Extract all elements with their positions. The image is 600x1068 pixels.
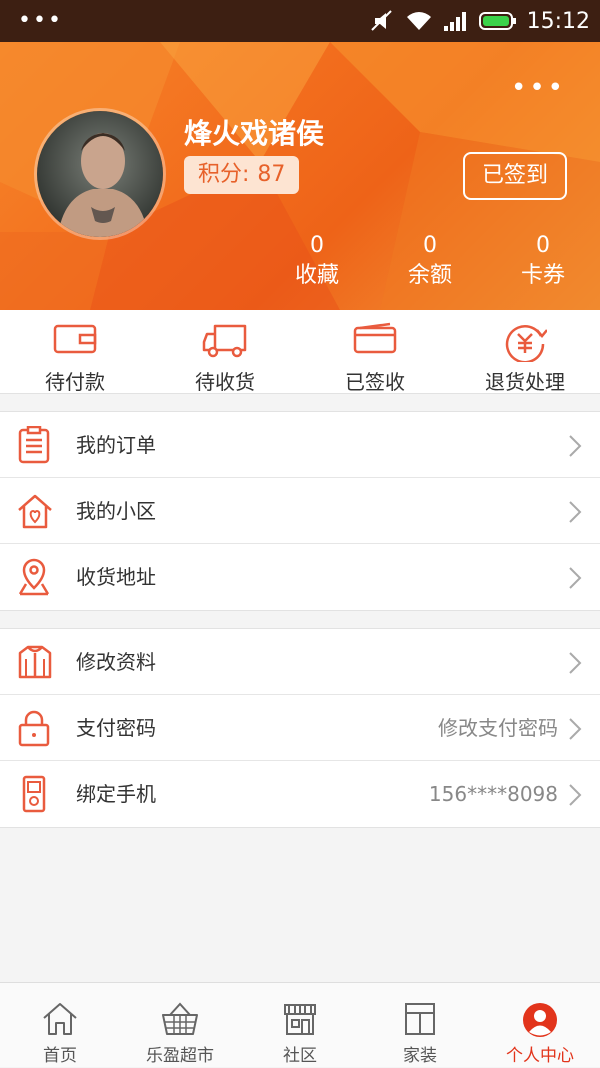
- tab-community[interactable]: 社区: [240, 983, 360, 1068]
- menu-item-my-community[interactable]: 我的小区: [0, 478, 600, 544]
- stat-coupons[interactable]: 0 卡券: [493, 232, 593, 292]
- chevron-right-icon: [569, 567, 582, 589]
- bottom-tab-bar: 首页 乐盈超市 社区 家装 个人中心: [0, 982, 600, 1067]
- shirt-icon: [18, 645, 52, 679]
- order-label: 退货处理: [485, 370, 565, 394]
- points-value: 87: [257, 162, 286, 187]
- status-icons: 15:12: [369, 6, 590, 36]
- house-icon: [18, 494, 52, 529]
- clock: 15:12: [526, 8, 590, 34]
- stat-value: 0: [536, 233, 550, 258]
- username: 烽火戏诸侯: [184, 117, 325, 150]
- profile-header: ••• 烽火戏诸侯 积分: 87 已签到 0 收藏 0 余额 0 卡券: [0, 42, 600, 310]
- truck-icon: [202, 324, 247, 358]
- refund-icon: [505, 325, 547, 362]
- order-label: 已签收: [345, 370, 405, 394]
- order-label: 待收货: [195, 370, 255, 394]
- order-pending-delivery[interactable]: 待收货: [150, 310, 300, 394]
- stat-label: 卡券: [520, 263, 565, 288]
- phone-icon: [22, 775, 46, 813]
- tab-home[interactable]: 首页: [0, 983, 120, 1068]
- wallet-icon: [53, 324, 97, 354]
- lock-icon: [18, 710, 50, 747]
- menu-group-account: 修改资料 支付密码 修改支付密码 绑定手机 156****8098: [0, 628, 600, 828]
- menu-value: 修改支付密码: [438, 716, 558, 740]
- stat-value: 0: [310, 233, 324, 258]
- avatar[interactable]: [34, 108, 166, 240]
- menu-label: 收货地址: [76, 565, 156, 589]
- tab-label: 社区: [283, 1046, 317, 1066]
- stat-value: 0: [423, 233, 437, 258]
- menu-item-edit-profile[interactable]: 修改资料: [0, 629, 600, 695]
- avatar-image: [37, 111, 163, 237]
- signin-button[interactable]: 已签到: [463, 152, 567, 200]
- battery-icon: [478, 12, 516, 30]
- chevron-right-icon: [569, 652, 582, 674]
- menu-label: 修改资料: [76, 650, 156, 674]
- tab-label: 个人中心: [506, 1046, 574, 1066]
- clipboard-icon: [18, 426, 50, 464]
- notification-dots-icon: •••: [18, 8, 63, 33]
- menu-item-payment-password[interactable]: 支付密码 修改支付密码: [0, 695, 600, 761]
- layout-icon: [405, 1003, 435, 1035]
- home-icon: [43, 1003, 77, 1035]
- tab-label: 首页: [43, 1046, 77, 1066]
- tab-decoration[interactable]: 家装: [360, 983, 480, 1068]
- order-signed[interactable]: 已签收: [300, 310, 450, 394]
- menu-item-bind-phone[interactable]: 绑定手机 156****8098: [0, 761, 600, 827]
- order-label: 待付款: [45, 370, 105, 394]
- store-icon: [284, 1004, 316, 1035]
- location-pin-icon: [18, 558, 50, 596]
- menu-item-my-orders[interactable]: 我的订单: [0, 412, 600, 478]
- card-icon: [353, 322, 397, 354]
- mute-icon: [370, 10, 392, 31]
- menu-label: 支付密码: [76, 716, 156, 740]
- status-bar: ••• 15:12: [0, 0, 600, 42]
- chevron-right-icon: [569, 718, 582, 740]
- menu-label: 我的订单: [76, 433, 156, 457]
- wifi-icon: [406, 12, 431, 30]
- menu-value: 156****8098: [428, 782, 558, 806]
- chevron-right-icon: [569, 435, 582, 457]
- points-label: 积分:: [198, 162, 250, 187]
- menu-group-orders: 我的订单 我的小区 收货地址: [0, 411, 600, 611]
- menu-label: 我的小区: [76, 499, 156, 523]
- order-status-row: 待付款 待收货 已签收 退货处理: [0, 310, 600, 394]
- user-icon: [523, 1003, 557, 1037]
- signal-icon: [443, 12, 466, 31]
- stat-balance[interactable]: 0 余额: [380, 232, 480, 292]
- basket-icon: [162, 1002, 198, 1035]
- tab-supermarket[interactable]: 乐盈超市: [120, 983, 240, 1068]
- points-badge: 积分: 87: [184, 156, 300, 194]
- stat-label: 余额: [407, 263, 452, 288]
- order-pending-payment[interactable]: 待付款: [0, 310, 150, 394]
- tab-profile[interactable]: 个人中心: [480, 983, 600, 1068]
- stat-label: 收藏: [294, 263, 339, 288]
- menu-item-shipping-address[interactable]: 收货地址: [0, 544, 600, 610]
- stat-favorites[interactable]: 0 收藏: [267, 232, 367, 292]
- order-refund[interactable]: 退货处理: [450, 310, 600, 394]
- chevron-right-icon: [569, 784, 582, 806]
- menu-label: 绑定手机: [76, 782, 156, 806]
- chevron-right-icon: [569, 501, 582, 523]
- more-menu-button[interactable]: •••: [511, 75, 566, 101]
- tab-label: 乐盈超市: [146, 1046, 214, 1066]
- tab-label: 家装: [403, 1046, 437, 1066]
